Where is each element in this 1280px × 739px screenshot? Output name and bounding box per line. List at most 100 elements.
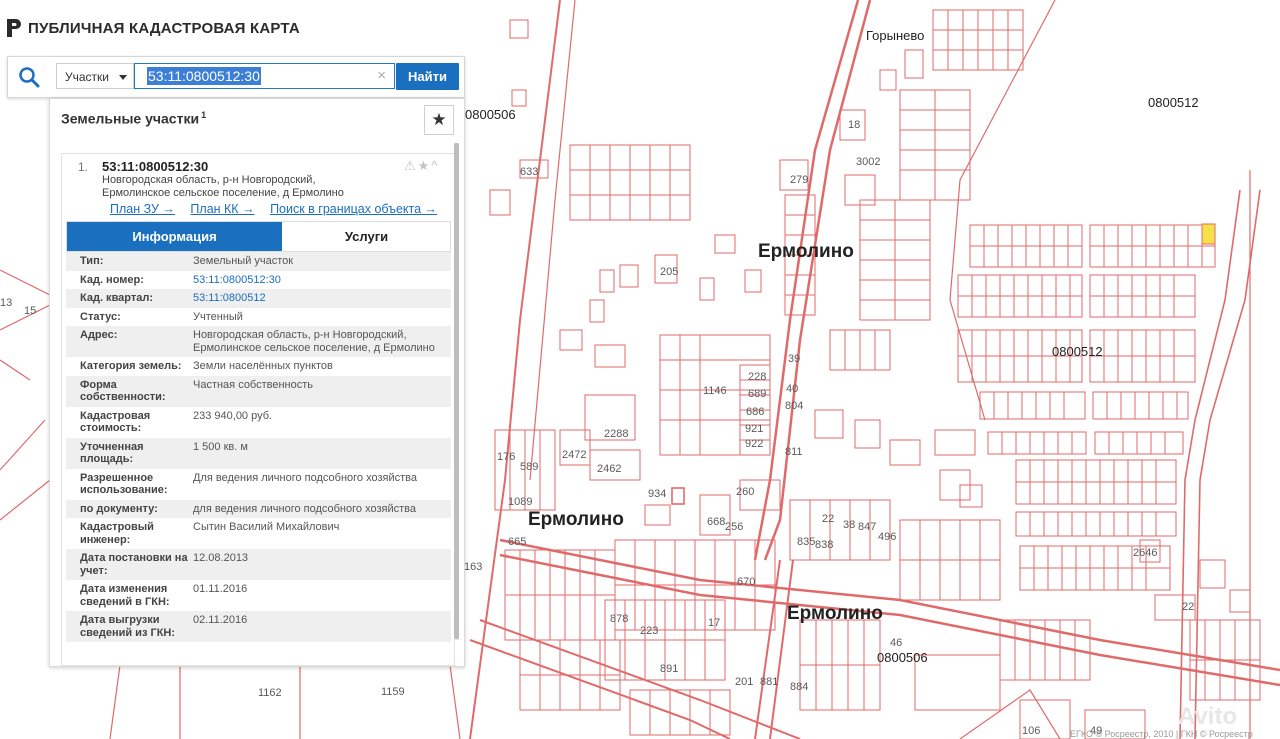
attribute-row: Уточненная площадь: 1 500 кв. м [66, 437, 451, 469]
result-address: Новгородская область, р-н Новгородский, … [102, 174, 402, 200]
parcel-label: 670 [737, 576, 755, 588]
scrollbar-thumb[interactable] [454, 143, 459, 639]
attribute-row: Разрешенное использование: Для ведения ли… [66, 469, 451, 500]
favorite-button[interactable]: ★ [424, 105, 454, 135]
parcel-label: 881 [760, 676, 778, 688]
star-icon: ★ [431, 110, 447, 129]
search-type-label: Участки [65, 70, 109, 84]
parcel-label: 686 [746, 406, 764, 418]
attribute-row: по документу: для ведения личного подсобн… [66, 499, 451, 518]
parcel-label: 163 [464, 561, 482, 573]
parcel-label: 201 [735, 676, 753, 688]
search-query: 53:11:0800512:30 [147, 67, 261, 85]
attribute-row: Дата выгрузки сведений из ГКН: 02.11.2016 [66, 611, 451, 642]
result-address-line: Новгородская область, р-н Новгородский, [102, 174, 316, 186]
panel-scrollbar[interactable] [454, 143, 459, 640]
parcel-label: 878 [610, 613, 628, 625]
parcel-label: 811 [785, 446, 803, 458]
parcel-label: 205 [660, 266, 678, 278]
attribute-row: Кадастровый инженер: Сытин Василий Михайл… [66, 518, 451, 549]
result-status-icons[interactable]: ⚠★^ [404, 158, 439, 174]
attribute-value: Земельный участок [193, 255, 294, 267]
parcel-label: 106 [1022, 725, 1040, 737]
parcel-label: 884 [790, 681, 808, 693]
search-in-bounds-link[interactable]: Поиск в границах объекта → [270, 202, 437, 216]
app-logo[interactable]: ПУБЛИЧНАЯ КАДАСТРОВАЯ КАРТА [6, 18, 300, 38]
attribute-key: Кад. номер: [80, 273, 144, 286]
attribute-value: 01.11.2016 [193, 583, 248, 595]
parcel-label: 934 [648, 488, 666, 500]
search-icon[interactable] [18, 66, 40, 88]
parcel-label: 176 [497, 451, 515, 463]
attribute-key: Дата выгрузки сведений из ГКН: [80, 614, 176, 639]
parcel-label: 1089 [508, 496, 532, 508]
parcel-label: 2646 [1133, 547, 1157, 559]
attribute-key: Форма собственности: [80, 378, 166, 404]
result-card: 1. 53:11:0800512:30 Новгородская область… [61, 153, 455, 666]
attribute-row: Адрес: Новгородская область, р-н Новгород… [66, 326, 451, 357]
attribute-value: Учтенный [193, 310, 243, 323]
results-count: 1 [201, 110, 207, 120]
settlement-label: Ермолино [528, 509, 624, 530]
parcel-label: 228 [748, 371, 766, 383]
parcel-label: 223 [640, 625, 658, 637]
quarter-label: 0800512 [1148, 95, 1199, 110]
attribute-value: 233 940,00 руб. [193, 409, 273, 422]
attribute-key: Кадастровый инженер: [80, 521, 154, 546]
attribute-value: для ведения личного подсобного хозяйства [193, 502, 416, 515]
clear-icon[interactable]: × [377, 68, 386, 83]
panel-title-text: Земельные участки [61, 110, 200, 127]
parcel-label: 260 [736, 486, 754, 498]
attribute-value: Земли населённых пунктов [193, 360, 333, 372]
parcel-label: 17 [708, 617, 720, 629]
parcel-label: 49 [1090, 725, 1102, 737]
attribute-row: Кад. номер: 53:11:0800512:30 [66, 271, 451, 290]
search-bar: Участки 53:11:0800512:30 × Найти [7, 56, 465, 98]
parcel-label: 891 [660, 663, 678, 675]
find-button[interactable]: Найти [396, 63, 459, 90]
attribute-row: Статус: Учтенный [66, 308, 451, 327]
parcel-label: 22 [822, 513, 834, 525]
attribute-value: 12.08.2013 [193, 552, 249, 564]
attribute-row: Форма собственности: Частная собственност… [66, 375, 451, 407]
parcel-label: 921 [745, 423, 763, 435]
search-input[interactable]: 53:11:0800512:30 × [134, 63, 395, 89]
attribute-key: Разрешенное использование: [80, 471, 168, 497]
plan-zu-link[interactable]: План ЗУ → [110, 202, 175, 216]
app-title: ПУБЛИЧНАЯ КАДАСТРОВАЯ КАРТА [28, 19, 300, 37]
parcel-label: 13 [0, 297, 12, 309]
attribute-row: Категория земель: Земли населённых пункто… [66, 357, 451, 376]
attribute-value[interactable]: 53:11:0800512 [193, 292, 443, 305]
parcel-label: 1146 [703, 385, 727, 397]
attribute-value: Для ведения личного подсобного хозяйства [193, 471, 417, 484]
tab-services[interactable]: Услуги [283, 222, 450, 251]
parcel-label: 279 [790, 174, 808, 186]
parcel-label: 633 [520, 166, 538, 178]
results-panel: Земельные участки 1 ★ 1. 53:11:0800512:30… [49, 98, 465, 667]
settlement-label: Ермолино [787, 603, 883, 624]
search-type-select[interactable]: Участки [56, 63, 134, 89]
avito-watermark: Avito [1178, 703, 1237, 730]
attribute-value: Частная собственность [193, 378, 314, 391]
parcel-label: 18 [848, 119, 860, 131]
attribute-row: Кад. квартал: 53:11:0800512 [66, 289, 451, 308]
quarter-label: 0800506 [877, 650, 928, 665]
parcel-label: 46 [890, 637, 902, 649]
quarter-label: 0800512 [1052, 344, 1103, 359]
parcel-label: 589 [520, 461, 538, 473]
parcel-label: 689 [748, 388, 766, 400]
attribute-key: по документу: [80, 502, 158, 515]
attribute-value: Новгородская область, р-н Новгородский, … [193, 329, 435, 354]
parcel-label: 2472 [562, 449, 586, 461]
attribute-key: Дата постановки на учет: [80, 552, 188, 577]
parcel-label: 40 [786, 383, 798, 395]
panel-title: Земельные участки 1 [61, 110, 206, 127]
attribute-value: 1 500 кв. м [193, 440, 248, 453]
parcel-label: 838 [815, 539, 833, 551]
tab-information[interactable]: Информация [67, 222, 282, 251]
plan-kk-link[interactable]: План КК → [190, 202, 254, 216]
attribute-key: Адрес: [80, 329, 118, 341]
attribute-value[interactable]: 53:11:0800512:30 [193, 274, 443, 287]
result-cad-number[interactable]: 53:11:0800512:30 [102, 159, 208, 174]
parcel-label: 922 [745, 438, 763, 450]
